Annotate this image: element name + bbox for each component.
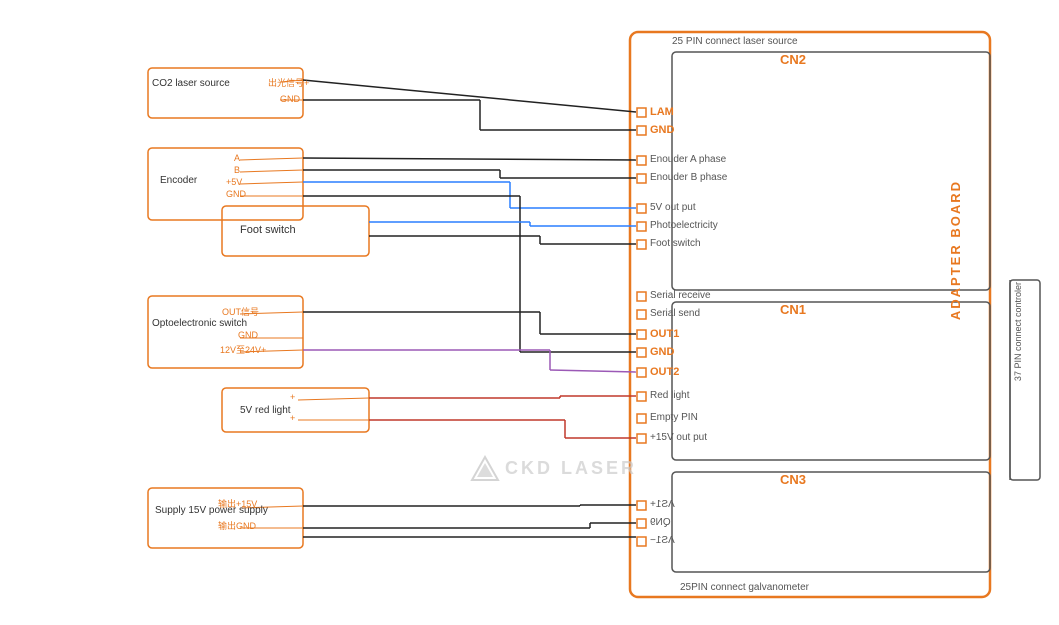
cn3-title: CN3 xyxy=(780,472,806,487)
co2-chinese1: 出光信号+ xyxy=(268,76,309,89)
pin-photo: Photoelectricity xyxy=(650,220,718,231)
brand-icon xyxy=(468,455,503,485)
encoder-label: Encoder xyxy=(160,175,197,186)
pin-out2: OUT2 xyxy=(650,366,679,378)
co2-chinese2: GND xyxy=(280,94,300,104)
brand-logo: CKD LASER xyxy=(505,458,637,479)
pin-serial-rx: Serial receive xyxy=(650,290,711,301)
opto-out: OUT信号 xyxy=(222,305,259,318)
opto-gnd: GND xyxy=(238,330,258,340)
encoder-b: B xyxy=(234,165,240,175)
pin-serial-tx: Serial send xyxy=(650,308,700,319)
pin-gnd3: QN9 xyxy=(650,517,671,528)
diagram-container: 25 PIN connect laser source CN2 CN1 CN3 … xyxy=(0,0,1059,625)
co2-laser-label: CO2 laser source xyxy=(152,78,230,89)
encoder-a: A xyxy=(234,153,240,163)
cn2-top-label: 25 PIN connect laser source xyxy=(672,36,798,47)
pin-5vout: 5V out put xyxy=(650,202,696,213)
opto-12v: 12V至24V+ xyxy=(220,343,266,356)
pin-lam: LAM xyxy=(650,106,674,118)
foot-switch-label: Foot switch xyxy=(240,224,296,236)
cn2-title: CN2 xyxy=(780,52,806,67)
opto-label: Optoelectronic switch xyxy=(152,318,247,329)
pin-15vout: +15V out put xyxy=(650,432,707,443)
pin-redlight: Red light xyxy=(650,390,689,401)
cn1-title: CN1 xyxy=(780,302,806,317)
pin-a15v-neg: ΛS1− xyxy=(650,535,675,546)
adapter-board-label: ADAPTER BOARD xyxy=(948,180,963,320)
red-light-pin2: + xyxy=(290,413,295,423)
encoder-gnd: GND xyxy=(226,189,246,199)
pin-encoder-a: Enouder A phase xyxy=(650,154,726,165)
pin-a15v-pos: ΛS1+ xyxy=(650,499,675,510)
power-out-15v: 输出+15V xyxy=(218,497,257,510)
power-out-gnd: 输出GND xyxy=(218,519,256,532)
cn3-bottom-label: 25PIN connect galvanometer xyxy=(680,582,809,593)
cn1-desc-label: 37 PIN connect controler xyxy=(1013,282,1039,381)
pin-out1: OUT1 xyxy=(650,328,679,340)
pin-encoder-b: Enouder B phase xyxy=(650,172,727,183)
wiring-diagram xyxy=(0,0,1059,625)
red-light-pin1: + xyxy=(290,392,295,402)
pin-empty: Empty PIN xyxy=(650,412,698,423)
red-light-label: 5V red light xyxy=(240,405,291,416)
pin-gnd1: GND xyxy=(650,124,674,136)
encoder-5v: +5V xyxy=(226,177,242,187)
pin-gnd2: GND xyxy=(650,346,674,358)
pin-footsw: Foot switch xyxy=(650,238,701,249)
